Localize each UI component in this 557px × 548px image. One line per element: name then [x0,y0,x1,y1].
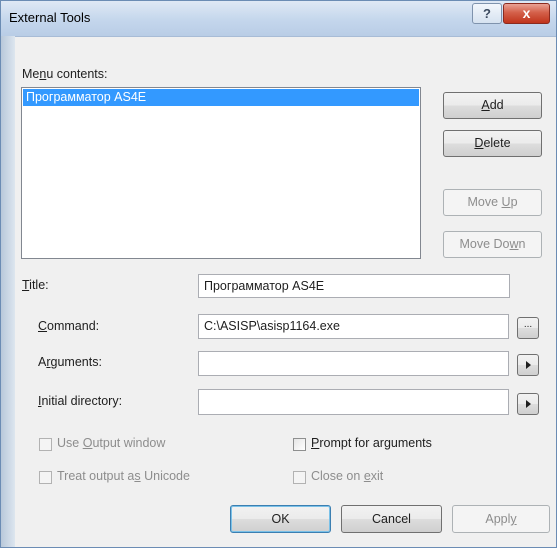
ok-button[interactable]: OK [230,505,331,533]
title-label: Title: [22,278,49,292]
initial-directory-label: Initial directory: [38,394,123,408]
initial-directory-menu-button[interactable] [517,393,539,415]
close-button[interactable]: x [503,3,550,24]
arguments-label: Arguments: [38,355,102,369]
cancel-button[interactable]: Cancel [341,505,442,533]
treat-output-unicode-label: Treat output as Unicode [57,469,190,483]
window-edge-decoration [1,36,15,547]
menu-contents-label: Menu contents: [22,67,108,81]
list-item[interactable]: Программатор AS4E [23,89,419,106]
treat-output-unicode-checkbox[interactable] [39,471,52,484]
arguments-input[interactable] [198,351,509,376]
arguments-menu-button[interactable] [517,354,539,376]
arrow-right-icon [526,400,531,408]
menu-contents-list[interactable]: Программатор AS4E [21,87,421,259]
use-output-window-checkbox[interactable] [39,438,52,451]
close-on-exit-checkbox[interactable] [293,471,306,484]
prompt-for-arguments-label: Prompt for arguments [311,436,432,450]
title-bar[interactable]: External Tools ? x [1,1,556,37]
prompt-for-arguments-checkbox[interactable] [293,438,306,451]
command-input[interactable]: C:\ASISP\asisp1164.exe [198,314,509,339]
title-input[interactable]: Программатор AS4E [198,274,510,298]
arrow-right-icon [526,361,531,369]
delete-button[interactable]: Delete [443,130,542,157]
apply-button[interactable]: Apply [452,505,550,533]
use-output-window-label: Use Output window [57,436,166,450]
move-up-button[interactable]: Move Up [443,189,542,216]
command-label: Command: [38,319,100,333]
help-button[interactable]: ? [472,3,502,24]
add-button[interactable]: Add [443,92,542,119]
browse-button[interactable]: ... [517,317,539,339]
initial-directory-input[interactable] [198,389,509,415]
close-on-exit-label: Close on exit [311,469,384,483]
window-title: External Tools [9,10,91,25]
external-tools-dialog: External Tools ? x Menu contents: Програ… [0,0,557,548]
move-down-button[interactable]: Move Down [443,231,542,258]
